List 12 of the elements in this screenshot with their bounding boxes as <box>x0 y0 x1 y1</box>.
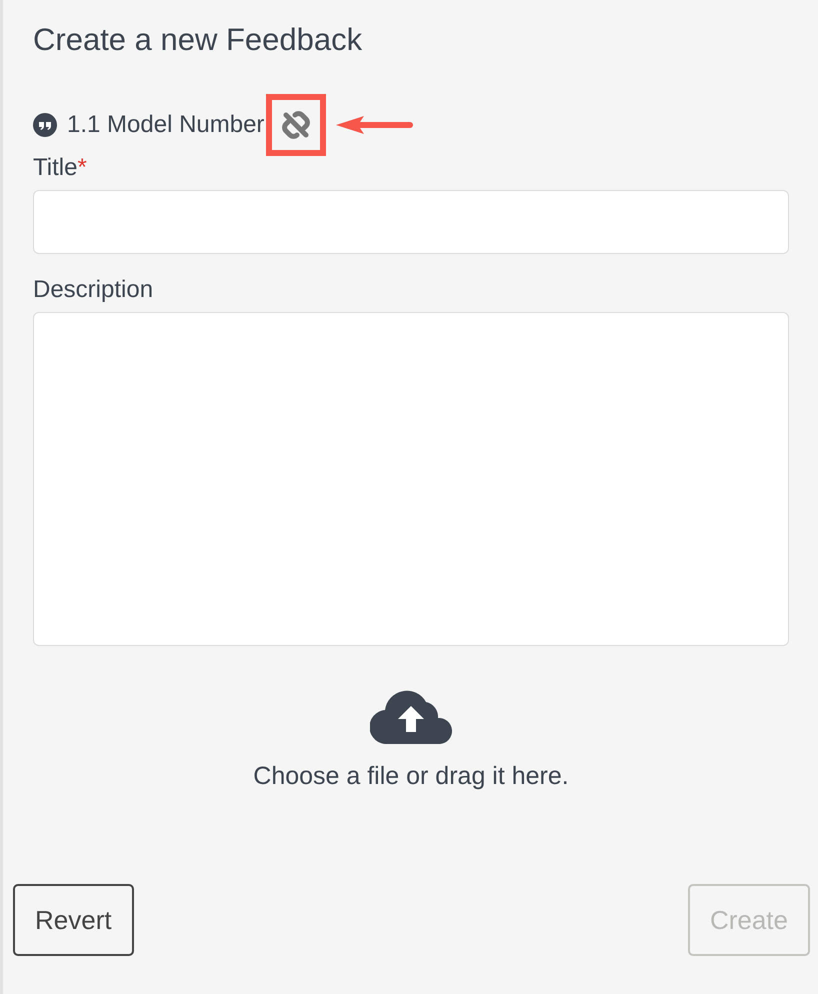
page-title: Create a new Feedback <box>33 22 364 58</box>
title-field[interactable] <box>33 190 789 254</box>
cloud-upload-icon[interactable] <box>370 690 452 744</box>
required-mark: * <box>77 154 87 181</box>
quote-icon <box>33 113 57 137</box>
upload-hint: Choose a file or drag it here. <box>253 762 569 791</box>
arrow-icon <box>334 114 414 136</box>
reference-label: 1.1 Model Number <box>67 111 264 139</box>
field-label: Title* <box>33 154 88 182</box>
field-label: Description <box>33 276 154 304</box>
revert-button[interactable]: Revert <box>13 884 134 956</box>
description-field[interactable] <box>33 312 789 646</box>
